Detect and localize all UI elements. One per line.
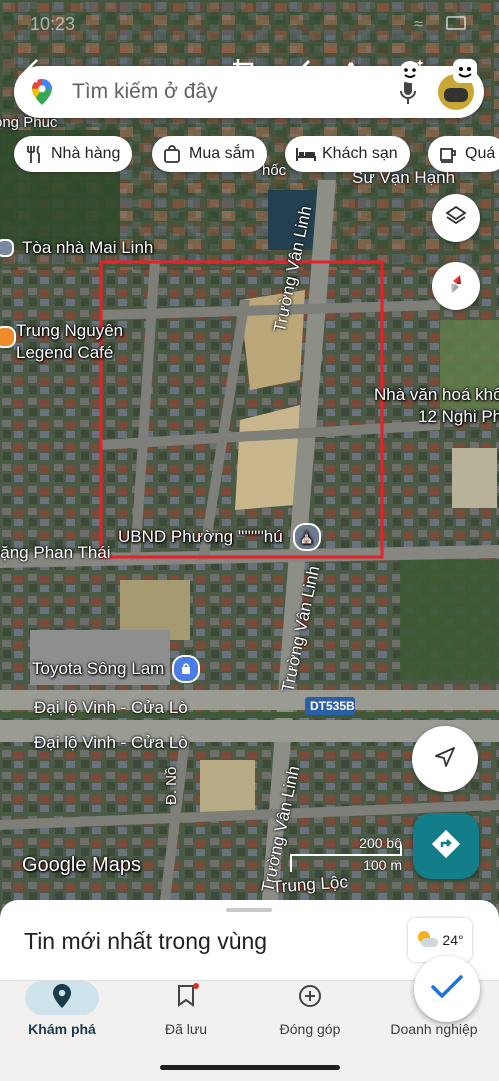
- road-label-dt535b: DT535B: [310, 699, 355, 713]
- brush-icon[interactable]: [285, 56, 315, 86]
- layers-button[interactable]: [432, 194, 480, 242]
- restaurant-icon: [24, 144, 44, 164]
- confirm-button[interactable]: [414, 956, 480, 1022]
- place-label: Toyota Sông Lam: [32, 659, 165, 678]
- directions-icon: [431, 829, 461, 864]
- chip-label: Mua sắm: [189, 145, 255, 162]
- road-label-dai-lo-2: Đại lộ Vinh - Cửa Lò: [34, 733, 188, 752]
- place-trung-nguyen[interactable]: Trung Nguyên Legend Café: [0, 320, 123, 364]
- coffee-pin-icon: [0, 326, 16, 348]
- place-mai-linh[interactable]: Tòa nhà Mai Linh: [0, 238, 153, 258]
- place-label: 12 Nghi Phú: [418, 407, 499, 426]
- battery-icon: [446, 16, 466, 30]
- place-pin-icon: [0, 239, 14, 257]
- google-maps-watermark: Google Maps: [22, 854, 141, 876]
- search-input[interactable]: Tìm kiếm ở đây: [72, 80, 218, 104]
- scale-bottom-label: 100 m: [363, 857, 402, 873]
- compass-button[interactable]: [432, 262, 480, 310]
- back-arrow-icon[interactable]: [16, 56, 46, 86]
- compass-icon: [444, 272, 468, 301]
- coffee-cup-icon: [438, 144, 458, 164]
- nav-label: Đóng góp: [279, 1021, 341, 1037]
- crop-icon[interactable]: [230, 56, 260, 86]
- shopping-pin-icon: [172, 655, 201, 683]
- partly-cloudy-icon: [416, 931, 439, 949]
- my-location-button[interactable]: [412, 726, 478, 792]
- add-circle-icon: [298, 984, 322, 1013]
- chip-label: Nhà hàng: [51, 145, 121, 162]
- sticker-icon[interactable]: [396, 56, 426, 86]
- home-indicator: [160, 1065, 340, 1070]
- place-label: UBND Phường ''''''''hú: [118, 527, 283, 546]
- status-time: 10:23: [30, 14, 76, 34]
- place-ubnd[interactable]: UBND Phường ''''''''hú ⛪: [118, 523, 321, 551]
- check-icon: [430, 974, 464, 1005]
- navigation-arrow-icon: [434, 746, 456, 773]
- chip-shopping[interactable]: Mua sắm: [152, 136, 267, 172]
- chip-label: Khách sạn: [322, 145, 398, 162]
- nav-explore[interactable]: Khám phá: [7, 981, 117, 1037]
- layers-icon: [445, 205, 467, 232]
- scale-top-label: 200 bộ: [359, 835, 402, 851]
- emoji-icon[interactable]: [450, 56, 480, 86]
- place-label: Nhà văn hoá khố: [374, 385, 499, 404]
- nav-label: Doanh nghiệp: [390, 1021, 478, 1037]
- nav-label: Đã lưu: [164, 1021, 208, 1037]
- place-label: Trung Nguyên: [16, 321, 124, 340]
- text-tool-icon[interactable]: Aa: [340, 56, 374, 86]
- wifi-icon: ≈: [414, 16, 423, 33]
- map-scale: 200 bộ 100 m: [290, 835, 410, 875]
- road-label-hoc: hốc: [262, 162, 287, 179]
- nav-label: Khám phá: [28, 1021, 96, 1037]
- chip-restaurants[interactable]: Nhà hàng: [14, 136, 133, 172]
- chip-hotels[interactable]: Khách sạn: [285, 136, 410, 172]
- government-building-icon: ⛪: [292, 523, 321, 551]
- place-label: Tòa nhà Mai Linh: [22, 238, 154, 257]
- chip-label: Quá: [465, 145, 496, 162]
- location-pin-icon: [53, 983, 71, 1013]
- road-label-d-no: Đ. Nồ: [163, 766, 180, 805]
- directions-button[interactable]: [413, 813, 479, 879]
- weather-temperature: 24°: [442, 932, 464, 948]
- place-nha-van-hoa[interactable]: Nhà văn hoá khố 12 Nghi Phú: [374, 384, 499, 428]
- sheet-drag-handle[interactable]: [226, 908, 272, 912]
- place-toyota[interactable]: Toyota Sông Lam: [32, 655, 201, 683]
- nav-active-pill: [25, 981, 99, 1015]
- hotel-bed-icon: [295, 144, 316, 164]
- notification-dot: [193, 983, 199, 989]
- weather-badge[interactable]: 24°: [408, 918, 472, 962]
- place-label: Legend Café: [16, 343, 114, 362]
- nav-saved[interactable]: Đã lưu: [131, 981, 241, 1037]
- bookmark-icon: [177, 984, 195, 1013]
- status-bar: 10:23 ≈: [0, 0, 499, 44]
- nav-contribute[interactable]: Đóng góp: [255, 981, 365, 1037]
- shopping-bag-icon: [162, 144, 182, 164]
- road-label-dai-lo-1: Đại lộ Vinh - Cửa Lò: [34, 698, 188, 717]
- sheet-title: Tin mới nhất trong vùng: [24, 928, 268, 954]
- road-label-dang-phan-thai: Đặng Phan Thái: [0, 543, 111, 562]
- chip-cafe[interactable]: Quá: [428, 136, 499, 172]
